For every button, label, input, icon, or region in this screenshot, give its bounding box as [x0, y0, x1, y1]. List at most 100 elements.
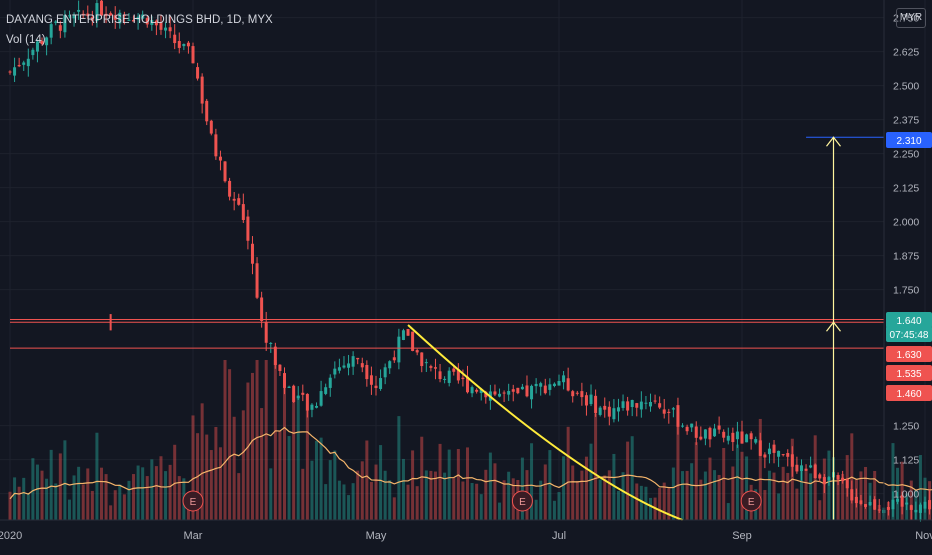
candle-body[interactable] — [571, 391, 574, 396]
candle-body[interactable] — [384, 367, 387, 377]
candle-body[interactable] — [544, 386, 547, 394]
candle-body[interactable] — [475, 390, 478, 392]
candle-body[interactable] — [516, 388, 519, 393]
candle-body[interactable] — [773, 445, 776, 453]
candle-body[interactable] — [663, 409, 666, 413]
candle-body[interactable] — [196, 67, 199, 78]
symbol-title[interactable]: DAYANG ENTERPRISE HOLDINGS BHD, 1D, MYX — [6, 10, 273, 30]
candle-body[interactable] — [869, 502, 872, 505]
candle-body[interactable] — [356, 358, 359, 359]
candle-body[interactable] — [759, 440, 762, 456]
candle-body[interactable] — [224, 161, 227, 181]
candle-body[interactable] — [818, 474, 821, 478]
candle-body[interactable] — [859, 500, 862, 504]
candle-body[interactable] — [370, 375, 373, 385]
candle-body[interactable] — [640, 402, 643, 410]
price-chart[interactable]: EEEEE 2.7502.6252.5002.3752.2502.1252.00… — [0, 0, 932, 550]
candle-body[interactable] — [594, 396, 597, 413]
candle-body[interactable] — [315, 406, 318, 408]
candle-body[interactable] — [219, 157, 222, 161]
candle-body[interactable] — [626, 401, 629, 410]
candle-body[interactable] — [507, 391, 510, 395]
candle-body[interactable] — [654, 401, 657, 402]
candle-body[interactable] — [786, 453, 789, 457]
candle-body[interactable] — [631, 400, 634, 407]
candle-body[interactable] — [599, 408, 602, 415]
candle-body[interactable] — [553, 384, 556, 386]
candle-body[interactable] — [722, 432, 725, 438]
candle-body[interactable] — [329, 378, 332, 388]
candle-body[interactable] — [873, 499, 876, 509]
candle-body[interactable] — [434, 367, 437, 368]
candle-body[interactable] — [375, 386, 378, 388]
candle-body[interactable] — [745, 434, 748, 442]
candle-body[interactable] — [827, 477, 830, 480]
candle-body[interactable] — [310, 405, 313, 410]
candle-body[interactable] — [562, 375, 565, 382]
candle-body[interactable] — [18, 65, 21, 66]
candle-body[interactable] — [27, 59, 30, 66]
candle-body[interactable] — [919, 505, 922, 513]
candle-body[interactable] — [681, 426, 684, 427]
candle-body[interactable] — [622, 401, 625, 408]
candle-body[interactable] — [905, 503, 908, 505]
candle-body[interactable] — [667, 412, 670, 413]
candle-body[interactable] — [777, 451, 780, 457]
candle-body[interactable] — [228, 181, 231, 197]
candle-body[interactable] — [731, 433, 734, 442]
candle-body[interactable] — [214, 134, 217, 156]
candle-body[interactable] — [9, 72, 12, 73]
candle-body[interactable] — [924, 502, 927, 509]
candle-body[interactable] — [297, 396, 300, 399]
candle-body[interactable] — [333, 369, 336, 375]
candle-body[interactable] — [649, 402, 652, 406]
candle-body[interactable] — [471, 387, 474, 393]
candle-body[interactable] — [13, 67, 16, 75]
candle-body[interactable] — [800, 465, 803, 471]
candle-body[interactable] — [850, 489, 853, 500]
candle-body[interactable] — [708, 428, 711, 439]
candle-body[interactable] — [686, 427, 689, 431]
candle-body[interactable] — [672, 408, 675, 409]
candle-body[interactable] — [814, 465, 817, 478]
candle-body[interactable] — [539, 383, 542, 387]
candle-body[interactable] — [608, 407, 611, 417]
candle-body[interactable] — [736, 432, 739, 440]
candle-body[interactable] — [585, 395, 588, 405]
candle-body[interactable] — [658, 403, 661, 407]
candle-body[interactable] — [379, 378, 382, 389]
candle-body[interactable] — [338, 367, 341, 370]
candle-body[interactable] — [493, 391, 496, 394]
candle-body[interactable] — [388, 361, 391, 368]
candle-body[interactable] — [439, 371, 442, 379]
candle-body[interactable] — [306, 394, 309, 411]
candle-body[interactable] — [887, 507, 890, 510]
candle-body[interactable] — [205, 101, 208, 121]
candle-body[interactable] — [590, 395, 593, 404]
candle-body[interactable] — [727, 436, 730, 441]
candle-body[interactable] — [452, 369, 455, 372]
candle-body[interactable] — [809, 465, 812, 467]
candle-body[interactable] — [763, 455, 766, 458]
candle-body[interactable] — [878, 510, 881, 511]
candle-body[interactable] — [448, 371, 451, 383]
candle-body[interactable] — [580, 391, 583, 397]
candle-body[interactable] — [837, 475, 840, 479]
candle-body[interactable] — [910, 505, 913, 510]
candle-body[interactable] — [567, 378, 570, 390]
candle-body[interactable] — [352, 356, 355, 367]
candle-body[interactable] — [256, 263, 259, 297]
candle-body[interactable] — [704, 429, 707, 438]
candle-body[interactable] — [269, 343, 272, 344]
candle-body[interactable] — [512, 389, 515, 392]
candle-body[interactable] — [31, 50, 34, 55]
candle-body[interactable] — [503, 393, 506, 394]
candle-body[interactable] — [548, 384, 551, 390]
candle-body[interactable] — [558, 381, 561, 386]
candle-body[interactable] — [617, 407, 620, 411]
candle-body[interactable] — [320, 391, 323, 406]
candle-body[interactable] — [498, 394, 501, 397]
candle-body[interactable] — [283, 373, 286, 388]
candle-body[interactable] — [718, 425, 721, 429]
candle-body[interactable] — [635, 403, 638, 408]
